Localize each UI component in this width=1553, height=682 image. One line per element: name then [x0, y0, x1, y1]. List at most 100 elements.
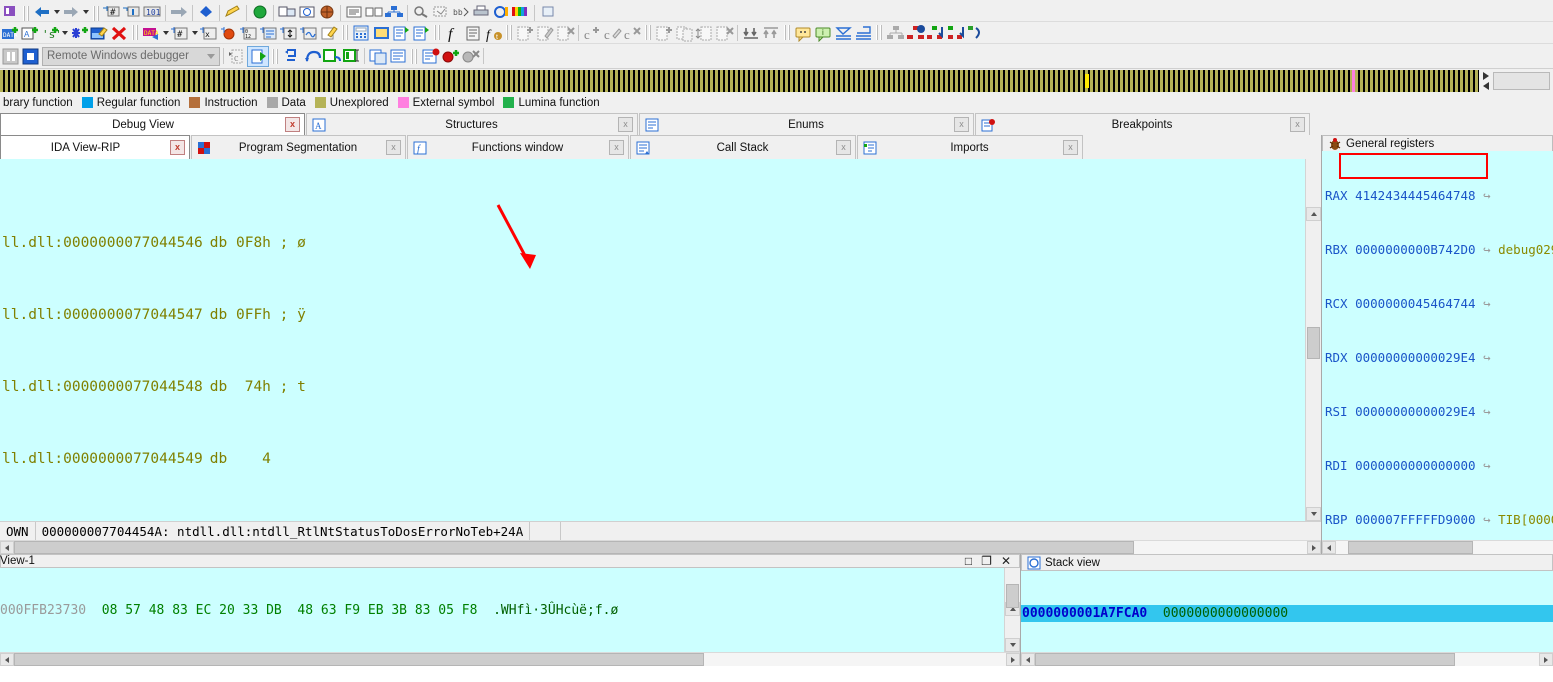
toolbar-row-1[interactable]: # 101 bb	[0, 0, 1553, 22]
reg-hscroll-track[interactable]	[1336, 541, 1553, 554]
dbg-grip-1[interactable]	[272, 48, 278, 64]
step-over-icon[interactable]	[301, 47, 321, 66]
watch-window-icon[interactable]	[368, 47, 388, 66]
tab-functions-window[interactable]: f Functions window x	[407, 135, 629, 159]
move-segment-icon[interactable]	[694, 23, 714, 42]
call-graph-icon[interactable]	[945, 23, 965, 42]
hex-vertical-scrollbar[interactable]	[1004, 568, 1020, 652]
toolbar-grip-8[interactable]	[784, 25, 790, 40]
edit-struct-icon[interactable]	[535, 23, 555, 42]
stack-horizontal-scrollbar[interactable]	[1021, 652, 1553, 666]
hex-number-caret[interactable]	[190, 23, 199, 42]
register-row[interactable]: RSI 00000000000029E4 ↪	[1322, 403, 1553, 421]
register-value[interactable]: 00000000000029E4	[1355, 404, 1475, 419]
nav-zoom-buttons[interactable]	[1479, 70, 1493, 92]
stack-trace-icon[interactable]	[388, 47, 408, 66]
delete-red-x-icon[interactable]	[109, 23, 129, 42]
stack-view-content[interactable]: 0000000001A7FCA0 0000000000000000 000000…	[1021, 571, 1553, 652]
register-value[interactable]: 4142434445464748	[1355, 188, 1475, 203]
register-row[interactable]: RCX 0000000045464744 ↪	[1322, 295, 1553, 313]
tab-row-secondary[interactable]: IDA View-RIP x Program Segmentation x f …	[0, 135, 1321, 159]
edit-comment-icon[interactable]	[319, 23, 339, 42]
window-list-icon[interactable]	[277, 2, 297, 21]
function-f-icon[interactable]: f	[443, 23, 463, 42]
disasm-line[interactable]: ll.dll:0000000077044549 db 4	[0, 447, 1321, 471]
graph-tree-icon[interactable]	[384, 2, 404, 21]
hex-hscroll-track[interactable]	[14, 653, 1006, 666]
calculator-icon[interactable]	[351, 23, 371, 42]
register-row[interactable]: RDX 00000000000029E4 ↪	[1322, 349, 1553, 367]
stack-hscroll-left-button[interactable]	[1021, 653, 1035, 666]
back-dropdown-caret[interactable]	[52, 2, 61, 21]
search-next-icon[interactable]	[431, 2, 451, 21]
register-follow-arrow-icon[interactable]: ↪	[1483, 404, 1491, 419]
posterior-comment-icon[interactable]	[853, 23, 873, 42]
debugger-selector[interactable]: Remote Windows debugger	[42, 46, 220, 66]
general-registers-list[interactable]: RAX 4142434445464748 ↪ RBX 0000000000B74…	[1322, 151, 1553, 540]
stack-hscroll-thumb[interactable]	[1035, 653, 1455, 666]
comment-yellow-icon[interactable]	[793, 23, 813, 42]
disassembly-vertical-scrollbar[interactable]	[1305, 159, 1321, 521]
add-struct-icon[interactable]	[515, 23, 535, 42]
hex-number-icon[interactable]: #	[170, 23, 190, 42]
variable-xy-icon[interactable]: x	[199, 23, 219, 42]
export-list-icon[interactable]	[391, 23, 411, 42]
breakpoint-list-icon[interactable]	[420, 47, 440, 66]
continue-icon[interactable]	[247, 45, 269, 67]
tab-program-segmentation-close-icon[interactable]: x	[386, 140, 401, 155]
hex-horizontal-scrollbar[interactable]	[0, 652, 1020, 666]
hscroll-left-button[interactable]	[0, 541, 14, 554]
string-dropdown-caret[interactable]	[60, 23, 69, 42]
hscroll-track[interactable]	[14, 541, 1307, 554]
delete-segment-icon[interactable]	[714, 23, 734, 42]
register-row[interactable]: RBP 000007FFFFFD9000 ↪ TIB[00000	[1322, 511, 1553, 529]
basketball-icon[interactable]	[317, 2, 337, 21]
text-jump-icon[interactable]	[122, 2, 142, 21]
step-out-icon[interactable]	[321, 47, 341, 66]
rename-icon[interactable]	[219, 23, 239, 42]
make-data-icon[interactable]: DATA	[0, 23, 20, 42]
toolbar-row-2[interactable]: DATA A 's' DATA # x 0 12 f f t c c c i	[0, 22, 1553, 44]
toolbar-grip[interactable]	[23, 6, 29, 21]
tab-imports-close-icon[interactable]: x	[1063, 140, 1078, 155]
tab-enums[interactable]: Enums x	[639, 113, 974, 135]
hex-row[interactable]: 000FFB23730 08 57 48 83 EC 20 33 DB 48 6…	[0, 602, 1020, 619]
debugger-toolbar[interactable]: Remote Windows debugger c	[0, 44, 1553, 69]
tab-program-segmentation[interactable]: Program Segmentation x	[191, 135, 406, 159]
edit-enum-icon[interactable]: c	[602, 23, 622, 42]
negate-icon[interactable]	[299, 23, 319, 42]
trailing-icon-1[interactable]	[538, 2, 558, 21]
toolbar-grip-3[interactable]	[132, 25, 138, 40]
tab-call-stack[interactable]: Call Stack x	[630, 135, 856, 159]
disassembly-listing[interactable]: ll.dll:0000000077044546 db 0F8h ; ø ll.dl…	[0, 159, 1321, 521]
toolbar-grip-4[interactable]	[342, 25, 348, 40]
tab-debug-view[interactable]: Debug View x	[0, 113, 305, 135]
reg-hscroll-thumb[interactable]	[1348, 541, 1473, 554]
toolbar-grip-5[interactable]	[434, 25, 440, 40]
register-value[interactable]: 00000000000029E4	[1355, 350, 1475, 365]
register-row[interactable]: RBX 0000000000B742D0 ↪ debug029:	[1322, 241, 1553, 259]
register-value[interactable]: 0000000045464744	[1355, 296, 1475, 311]
register-value[interactable]: 000007FFFFFD9000	[1355, 512, 1475, 527]
restore-icon[interactable]: ❐	[981, 555, 992, 567]
hex-scroll-down-button[interactable]	[1005, 638, 1020, 652]
offset-012-icon[interactable]: 0 12	[239, 23, 259, 42]
navigation-band-container[interactable]	[0, 69, 1553, 93]
make-string-icon[interactable]: 's'	[40, 23, 60, 42]
step-into-icon[interactable]	[281, 47, 301, 66]
enum-member-icon[interactable]	[259, 23, 279, 42]
hex-view-content[interactable]: 000FFB23730 08 57 48 83 EC 20 33 DB 48 6…	[0, 568, 1020, 652]
back-arrow-icon[interactable]	[32, 2, 52, 21]
hex-scroll-thumb[interactable]	[1006, 584, 1019, 608]
tab-imports[interactable]: Imports x	[857, 135, 1083, 159]
collapse-all-icon[interactable]	[741, 23, 761, 42]
reg-hscroll-left-button[interactable]	[1322, 541, 1336, 554]
register-follow-arrow-icon[interactable]: ↪	[1483, 350, 1491, 365]
two-panes-icon[interactable]	[364, 2, 384, 21]
hex-bytes-left[interactable]: 08 57 48 83 EC 20 33 DB	[102, 603, 282, 618]
color-palette-icon[interactable]	[511, 2, 531, 21]
hex-hscroll-left-button[interactable]	[0, 653, 14, 666]
scroll-thumb[interactable]	[1307, 327, 1320, 359]
register-value[interactable]: 0000000000000000	[1355, 458, 1475, 473]
binary-search-icon[interactable]: bb	[451, 2, 471, 21]
